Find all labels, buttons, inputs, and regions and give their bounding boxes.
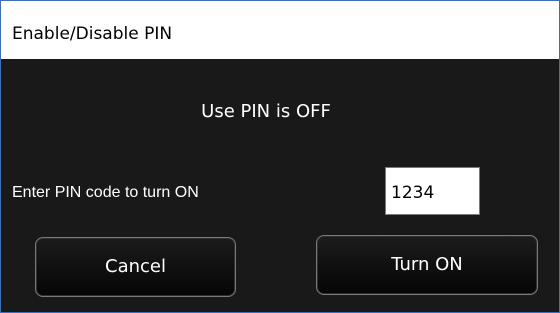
turn-on-button[interactable]: Turn ON <box>316 235 538 295</box>
cancel-button[interactable]: Cancel <box>35 237 236 297</box>
pin-status-text: Use PIN is OFF <box>201 101 331 122</box>
pin-prompt-label: Enter PIN code to turn ON <box>12 184 199 201</box>
window-title: Enable/Disable PIN <box>12 24 173 44</box>
title-bar[interactable]: Enable/Disable PIN <box>1 1 559 59</box>
dialog-content: Use PIN is OFF Enter PIN code to turn ON… <box>1 59 559 312</box>
pin-dialog-window: Enable/Disable PIN Use PIN is OFF Enter … <box>0 0 560 313</box>
pin-code-input[interactable] <box>385 167 480 215</box>
